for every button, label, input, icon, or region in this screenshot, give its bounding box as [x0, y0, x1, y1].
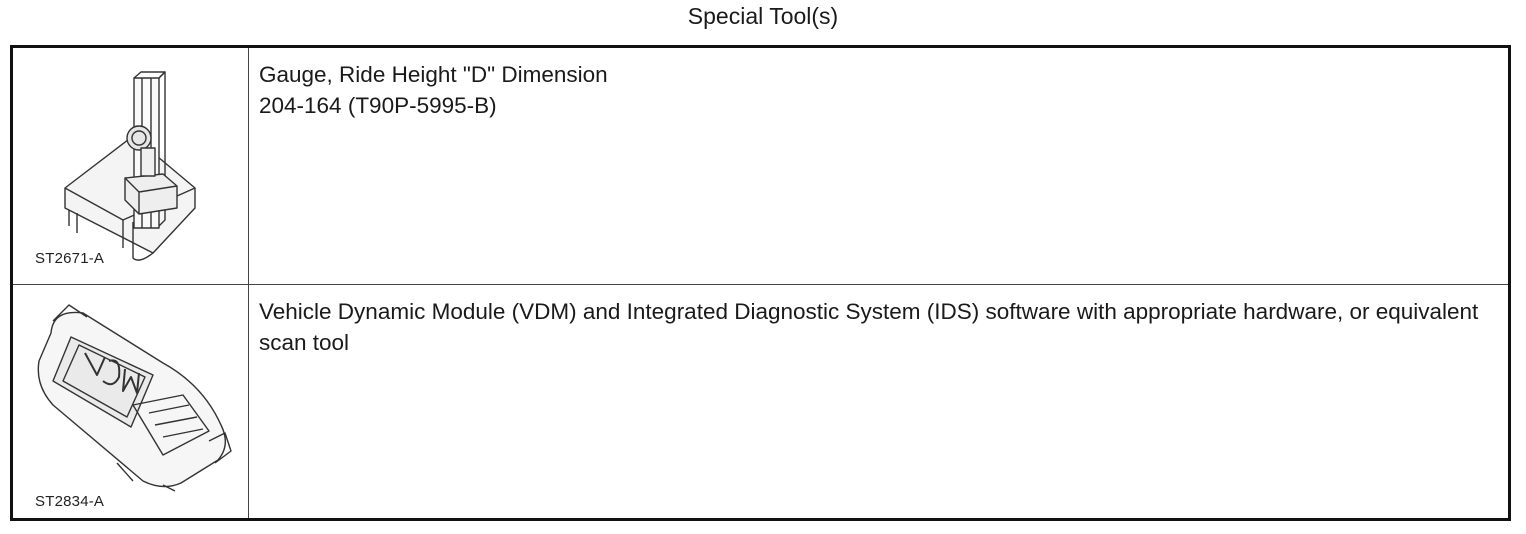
- table-row: ST2834-A Vehicle Dynamic Module (VDM) an…: [13, 285, 1508, 518]
- tool-image-cell: ST2671-A: [13, 48, 249, 284]
- table-row: ST2671-A Gauge, Ride Height "D" Dimensio…: [13, 48, 1508, 285]
- tool-part-number: 204-164 (T90P-5995-B): [259, 93, 497, 118]
- tool-image-code: ST2671-A: [35, 250, 105, 267]
- special-tools-table: ST2671-A Gauge, Ride Height "D" Dimensio…: [10, 45, 1511, 521]
- tool-image-code: ST2834-A: [35, 493, 105, 510]
- tool-description: Vehicle Dynamic Module (VDM) and Integra…: [259, 296, 1498, 358]
- page-title: Special Tool(s): [687, 3, 839, 29]
- tool-image-cell: ST2834-A: [13, 285, 249, 518]
- tool-name: Gauge, Ride Height "D" Dimension: [259, 62, 608, 87]
- tool-name: Vehicle Dynamic Module (VDM) and Integra…: [259, 299, 1479, 355]
- ride-height-gauge-icon: [64, 71, 196, 261]
- vdm-module-icon: [37, 304, 232, 492]
- tool-description: Gauge, Ride Height "D" Dimension 204-164…: [259, 59, 1498, 121]
